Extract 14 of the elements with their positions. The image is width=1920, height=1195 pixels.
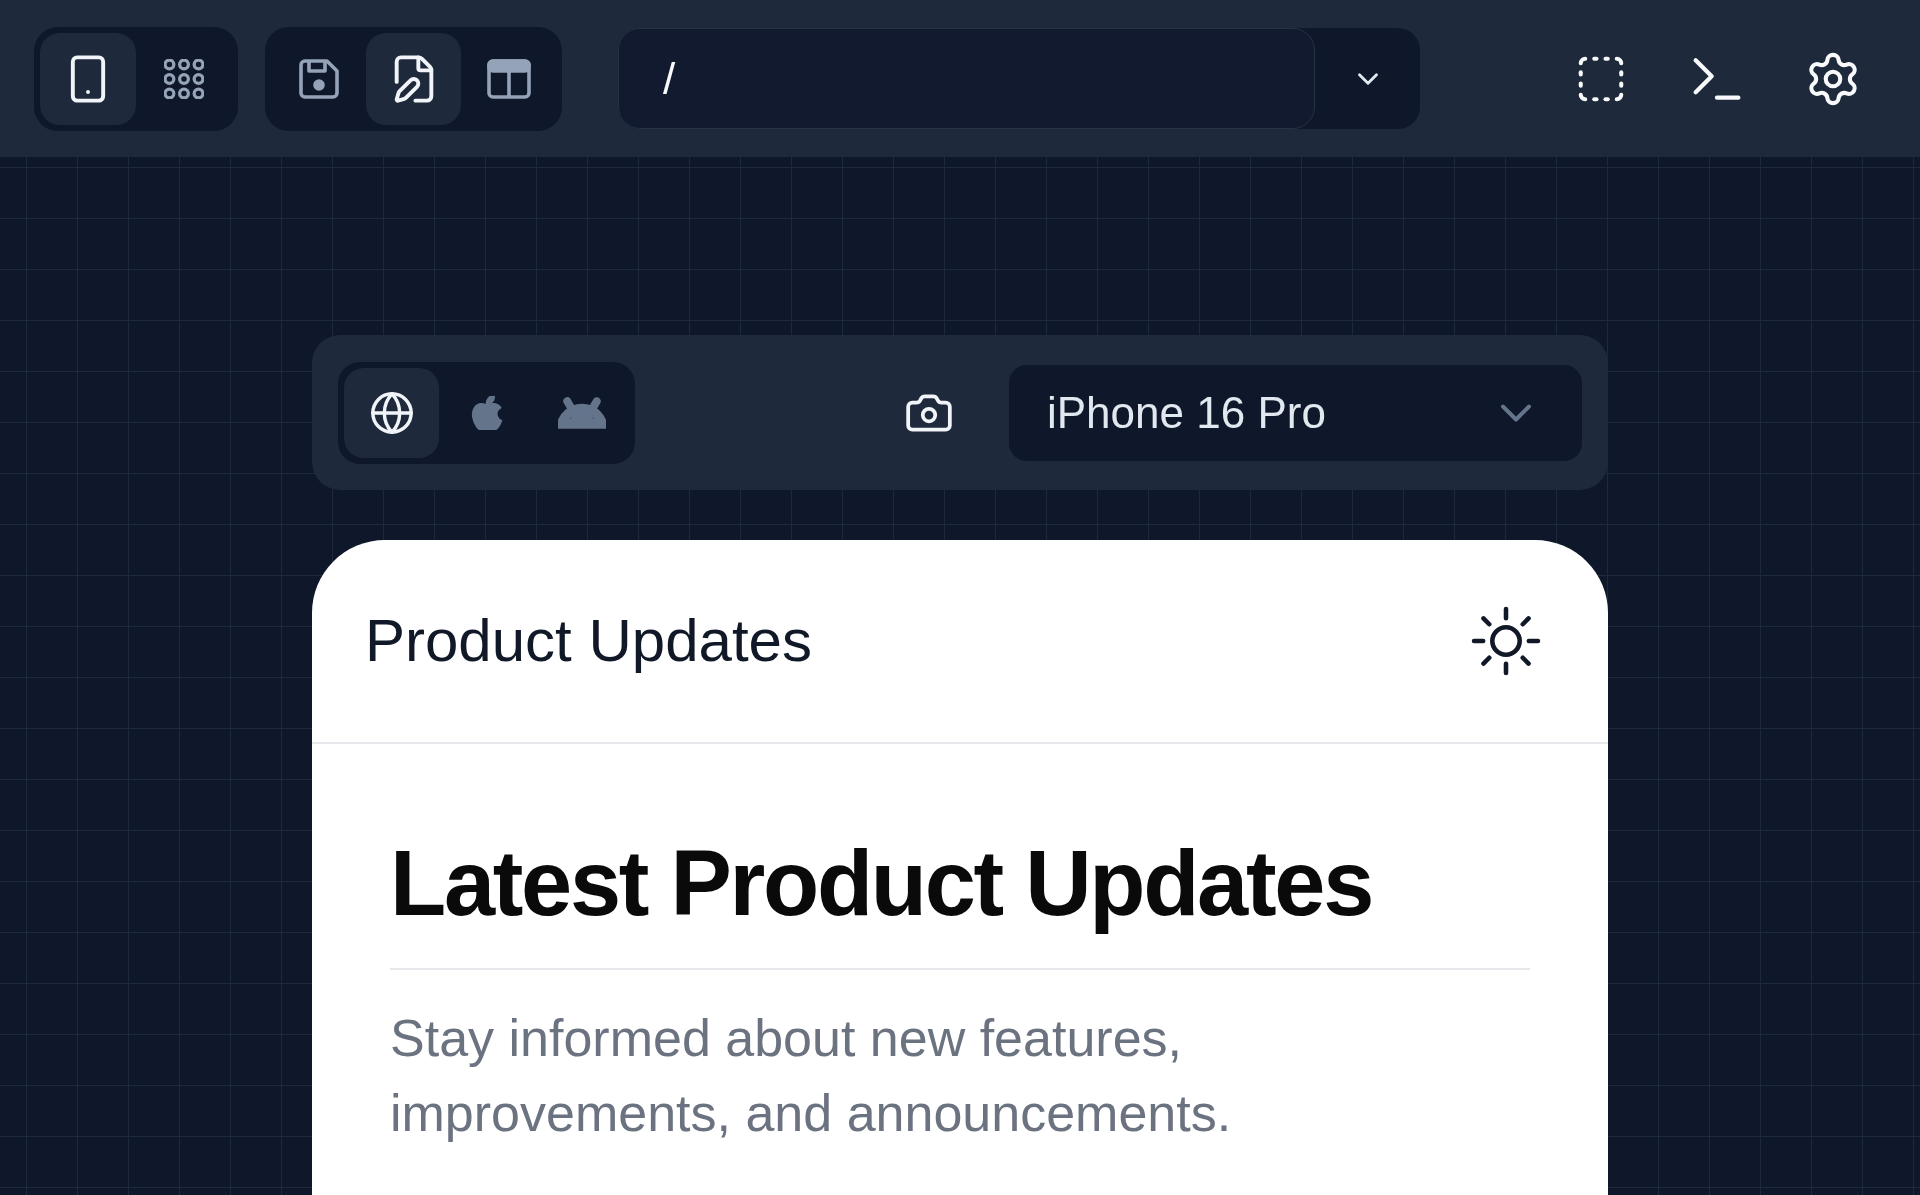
page-heading: Latest Product Updates	[390, 833, 1374, 934]
theme-toggle-button[interactable]	[1470, 605, 1542, 677]
dots-grid-icon	[164, 58, 204, 99]
intro-text: Stay informed about new features, improvements, and announcements.	[390, 1008, 1233, 1144]
globe-icon	[368, 389, 415, 436]
web-platform-tab[interactable]	[344, 367, 439, 458]
device-view-button[interactable]	[40, 32, 136, 125]
device-select[interactable]: iPhone 16 Pro	[1009, 364, 1582, 461]
sun-icon	[1471, 606, 1541, 676]
path-input[interactable]: /	[618, 28, 1315, 129]
edit-button[interactable]	[366, 32, 461, 125]
app-title: Product Updates	[365, 606, 812, 676]
apple-icon	[469, 395, 504, 430]
columns-icon	[486, 56, 531, 101]
